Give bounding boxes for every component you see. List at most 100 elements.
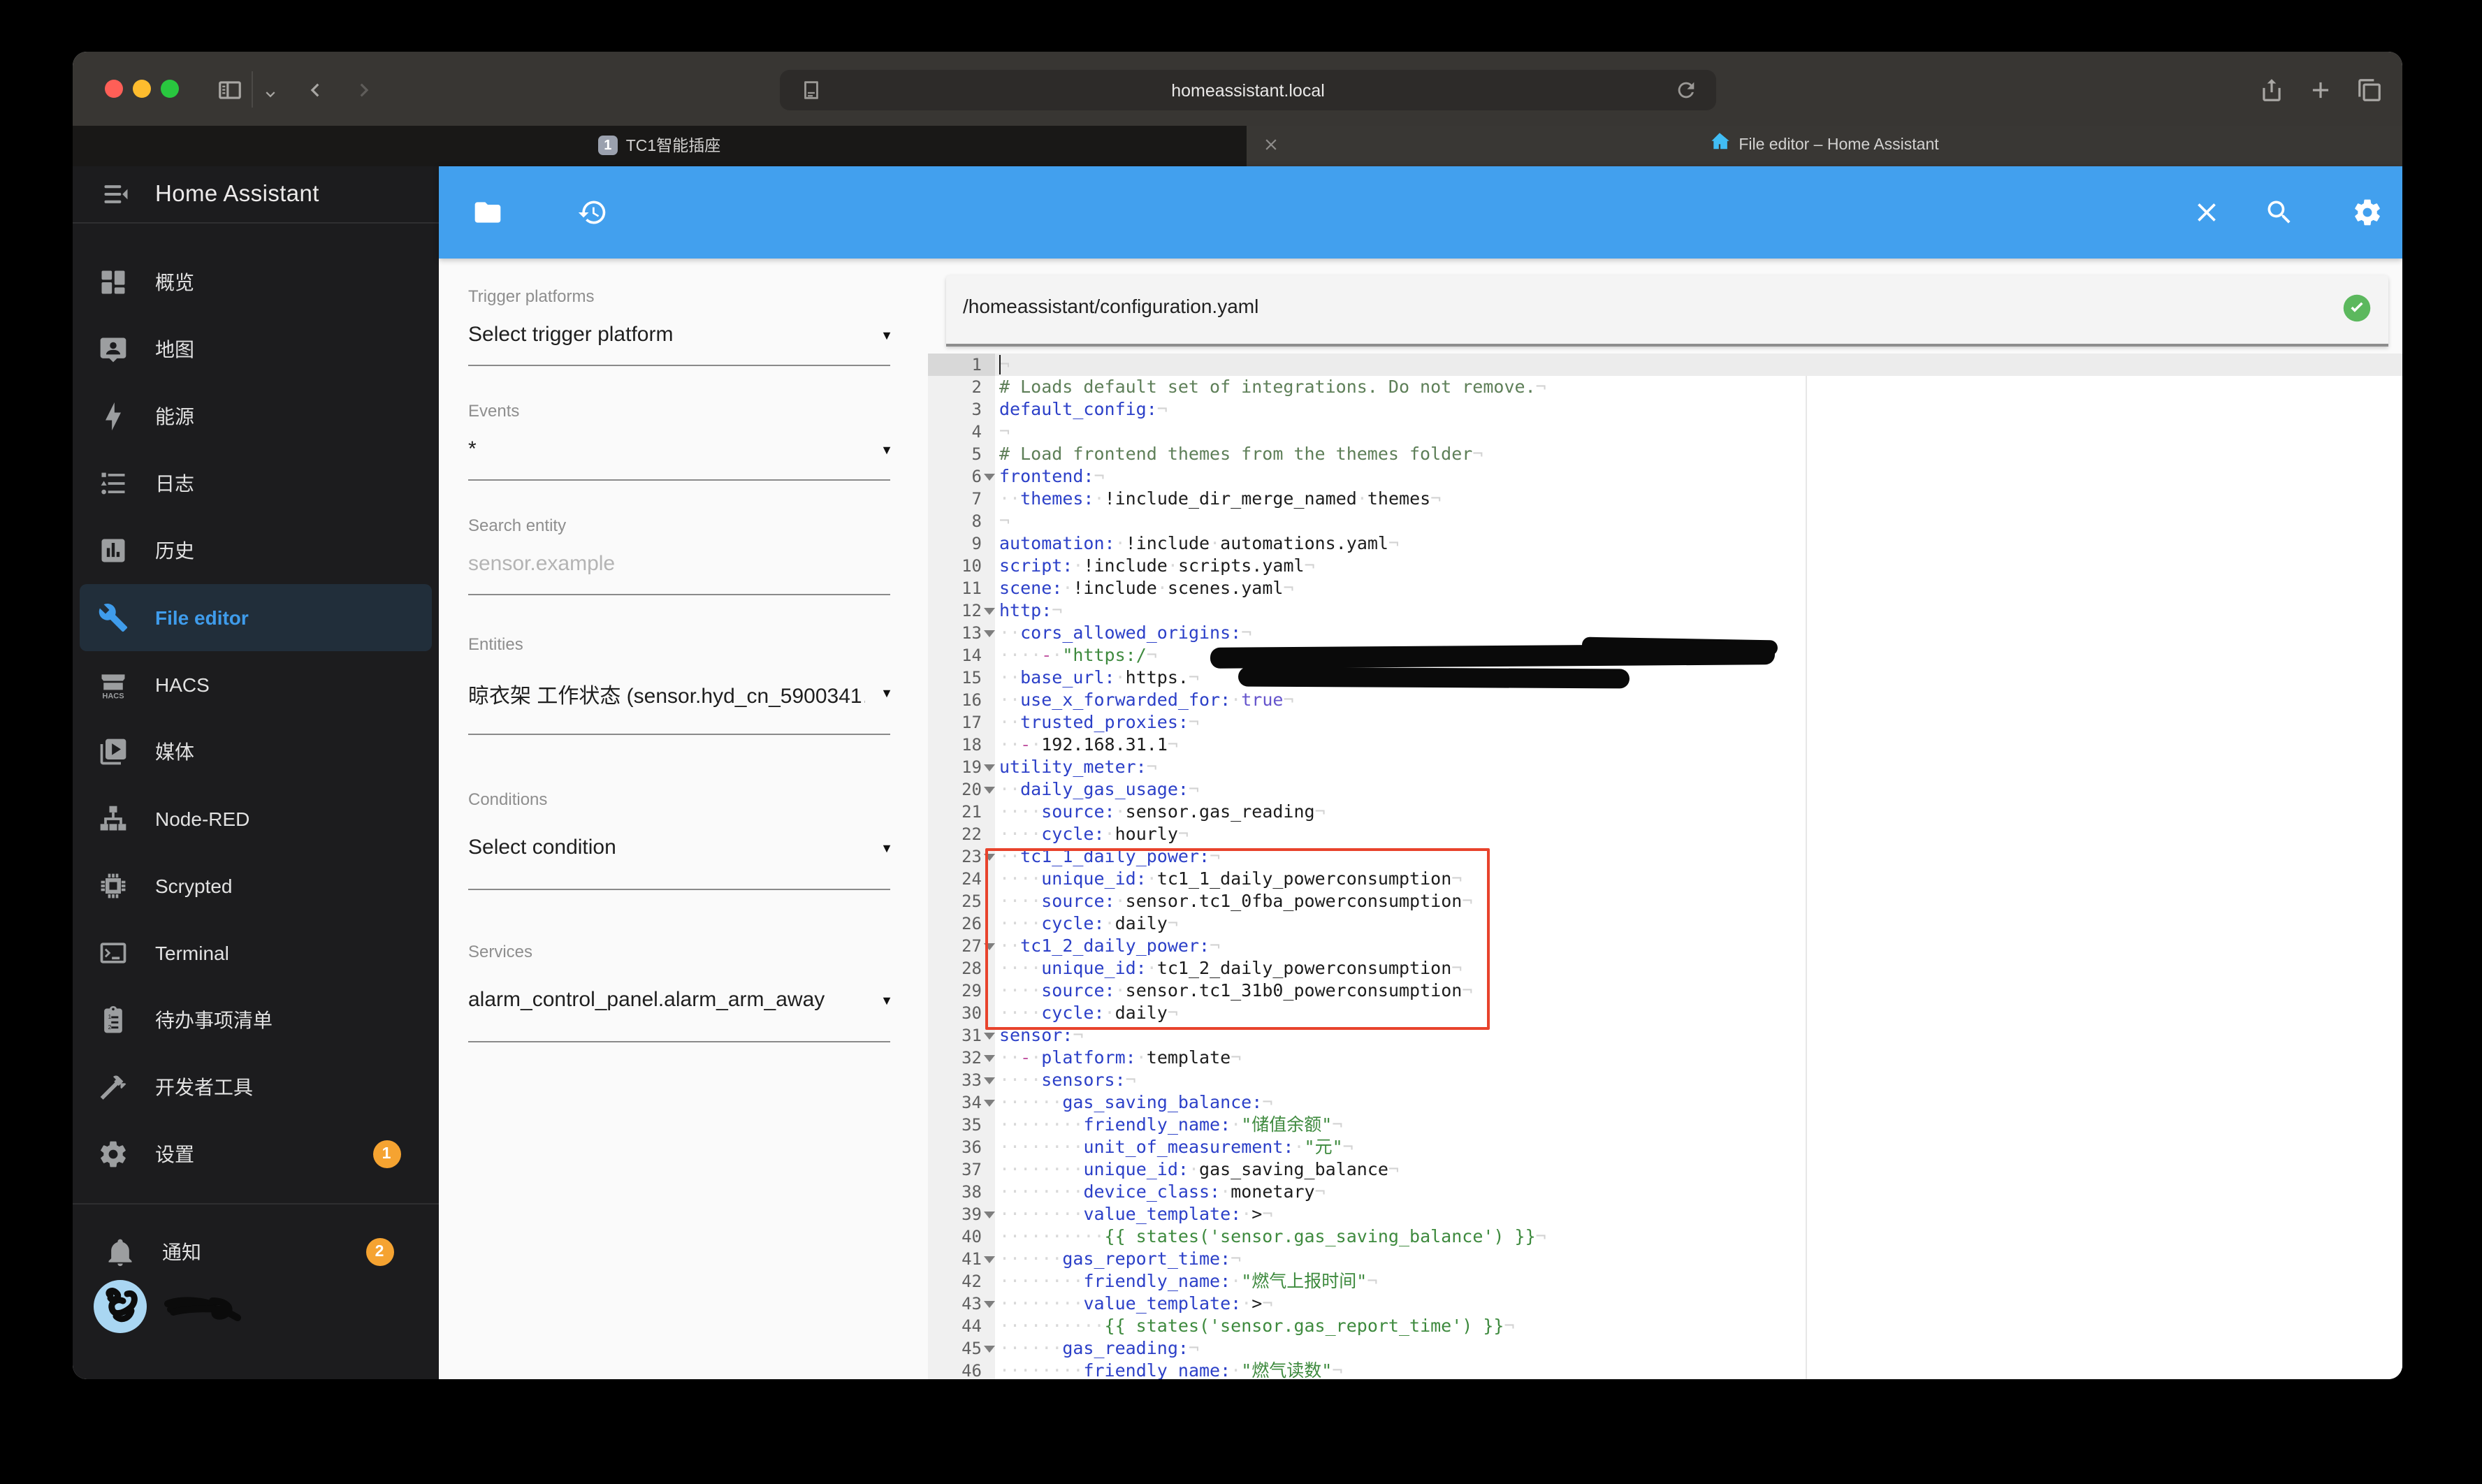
code-line-11[interactable]: scene:·!include·scenes.yaml¬ xyxy=(994,577,2402,599)
code-line-38[interactable]: ········device_class:·monetary¬ xyxy=(994,1181,2402,1203)
gutter-line-number[interactable]: 12 xyxy=(928,599,994,622)
sidebar-item-logbook[interactable]: 日志 xyxy=(80,450,431,517)
fold-arrow-icon[interactable] xyxy=(983,1211,994,1218)
code-line-36[interactable]: ········unit_of_measurement:·"元"¬ xyxy=(994,1136,2402,1158)
gutter-line-number[interactable]: 2 xyxy=(928,376,994,398)
code-line-10[interactable]: script:·!include·scripts.yaml¬ xyxy=(994,555,2402,577)
gutter-line-number[interactable]: 25 xyxy=(928,890,994,912)
gutter-line-number[interactable]: 6 xyxy=(928,465,994,488)
tab-file-editor[interactable]: File editor – Home Assistant xyxy=(1246,126,2402,166)
code-line-27[interactable]: ··tc1_2_daily_power:¬ xyxy=(994,935,2402,957)
code-line-30[interactable]: ····cycle:·daily¬ xyxy=(994,1002,2402,1024)
gutter-line-number[interactable]: 17 xyxy=(928,711,994,734)
select-value[interactable]: * xyxy=(468,437,865,460)
code-line-43[interactable]: ········value_template:·>¬ xyxy=(994,1293,2402,1315)
tab-overview-icon[interactable] xyxy=(2352,73,2386,106)
code-line-17[interactable]: ··trusted_proxies:¬ xyxy=(994,711,2402,734)
dropdown-arrow-icon[interactable]: ▼ xyxy=(880,993,893,1007)
code-line-20[interactable]: ··daily_gas_usage:¬ xyxy=(994,778,2402,801)
avatar[interactable] xyxy=(94,1280,147,1333)
dropdown-arrow-icon[interactable]: ▼ xyxy=(880,685,893,699)
code-line-31[interactable]: sensor:¬ xyxy=(994,1024,2402,1047)
fold-arrow-icon[interactable] xyxy=(983,1345,994,1352)
fold-arrow-icon[interactable] xyxy=(983,1099,994,1106)
sidebar-profile[interactable] xyxy=(87,1273,424,1340)
code-line-35[interactable]: ········friendly_name:·"储值余额"¬ xyxy=(994,1114,2402,1136)
gutter-line-number[interactable]: 7 xyxy=(928,488,994,510)
gutter-line-number[interactable]: 1 xyxy=(928,354,994,376)
dropdown-arrow-icon[interactable]: ▼ xyxy=(880,841,893,854)
reader-view-icon[interactable] xyxy=(799,78,825,103)
sidebar-item-terminal[interactable]: Terminal xyxy=(80,919,431,987)
gutter-line-number[interactable]: 3 xyxy=(928,398,994,421)
gutter-line-number[interactable]: 37 xyxy=(928,1158,994,1181)
gutter-line-number[interactable]: 20 xyxy=(928,778,994,801)
gutter-line-number[interactable]: 35 xyxy=(928,1114,994,1136)
gutter-line-number[interactable]: 45 xyxy=(928,1337,994,1360)
select-value[interactable]: Select trigger platform xyxy=(468,322,865,346)
tab-close-icon[interactable] xyxy=(1261,136,1281,155)
sidebar-item-media[interactable]: 媒体 xyxy=(80,718,431,785)
code-line-25[interactable]: ····source:·sensor.tc1_0fba_powerconsump… xyxy=(994,890,2402,912)
code-line-19[interactable]: utility_meter:¬ xyxy=(994,756,2402,778)
window-zoom-button[interactable] xyxy=(161,80,179,98)
code-line-42[interactable]: ········friendly_name:·"燃气上报时间"¬ xyxy=(994,1270,2402,1293)
select-value[interactable]: 晾衣架 工作状态 (sensor.hyd_cn_5900341… xyxy=(468,680,865,709)
code-line-24[interactable]: ····unique_id:·tc1_1_daily_powerconsumpt… xyxy=(994,868,2402,890)
gutter-line-number[interactable]: 27 xyxy=(928,935,994,957)
code-line-6[interactable]: frontend:¬ xyxy=(994,465,2402,488)
sidebar-item-settings[interactable]: 设置 1 xyxy=(80,1121,431,1188)
sidebar-item-overview[interactable]: 概览 xyxy=(80,249,431,316)
code-line-32[interactable]: ··-·platform:·template¬ xyxy=(994,1047,2402,1069)
gutter-line-number[interactable]: 24 xyxy=(928,868,994,890)
sidebar-item-scrypted[interactable]: Scrypted xyxy=(80,852,431,919)
gutter-line-number[interactable]: 40 xyxy=(928,1225,994,1248)
fold-arrow-icon[interactable] xyxy=(983,473,994,480)
gutter-line-number[interactable]: 23 xyxy=(928,845,994,868)
search-icon[interactable] xyxy=(2263,195,2296,228)
gutter-line-number[interactable]: 10 xyxy=(928,555,994,577)
editor-gutter[interactable]: 1 2 3 4 5 6 7 8 9 10 11 12 13 14 15 16 17 18 19 20 21 22 23 24 2… xyxy=(928,354,994,1379)
gutter-line-number[interactable]: 8 xyxy=(928,510,994,532)
code-line-44[interactable]: ··········{{ states('sensor.gas_report_t… xyxy=(994,1315,2402,1337)
fold-arrow-icon[interactable] xyxy=(983,943,994,950)
code-line-21[interactable]: ····source:·sensor.gas_reading¬ xyxy=(994,801,2402,823)
code-line-40[interactable]: ··········{{ states('sensor.gas_saving_b… xyxy=(994,1225,2402,1248)
sidebar-item-node-red[interactable]: Node-RED xyxy=(80,785,431,852)
fold-arrow-icon[interactable] xyxy=(983,1032,994,1039)
gutter-line-number[interactable]: 14 xyxy=(928,644,994,667)
code-line-18[interactable]: ··-·192.168.31.1¬ xyxy=(994,734,2402,756)
gutter-line-number[interactable]: 34 xyxy=(928,1091,994,1114)
code-line-23[interactable]: ··tc1_1_daily_power:¬ xyxy=(994,845,2402,868)
code-line-37[interactable]: ········unique_id:·gas_saving_balance¬ xyxy=(994,1158,2402,1181)
share-icon[interactable] xyxy=(2254,73,2288,106)
gutter-line-number[interactable]: 28 xyxy=(928,957,994,980)
window-minimize-button[interactable] xyxy=(133,80,151,98)
fold-arrow-icon[interactable] xyxy=(983,1300,994,1307)
back-button-icon[interactable] xyxy=(298,73,331,106)
code-line-9[interactable]: automation:·!include·automations.yaml¬ xyxy=(994,532,2402,555)
new-tab-icon[interactable] xyxy=(2303,73,2337,106)
gutter-line-number[interactable]: 44 xyxy=(928,1315,994,1337)
gutter-line-number[interactable]: 9 xyxy=(928,532,994,555)
gear-icon[interactable] xyxy=(2351,195,2384,228)
close-icon[interactable] xyxy=(2189,195,2223,228)
code-line-26[interactable]: ····cycle:·daily¬ xyxy=(994,912,2402,935)
select-value[interactable]: Select condition xyxy=(468,835,865,859)
gutter-line-number[interactable]: 31 xyxy=(928,1024,994,1047)
sidebar-item-history[interactable]: 历史 xyxy=(80,517,431,584)
fold-arrow-icon[interactable] xyxy=(983,786,994,793)
code-line-33[interactable]: ····sensors:¬ xyxy=(994,1069,2402,1091)
gutter-line-number[interactable]: 22 xyxy=(928,823,994,845)
fold-arrow-icon[interactable] xyxy=(983,764,994,771)
gutter-line-number[interactable]: 43 xyxy=(928,1293,994,1315)
file-path-field[interactable]: /homeassistant/configuration.yaml xyxy=(945,275,2388,346)
gutter-line-number[interactable]: 18 xyxy=(928,734,994,756)
window-close-button[interactable] xyxy=(105,80,123,98)
fold-arrow-icon[interactable] xyxy=(983,607,994,614)
gutter-line-number[interactable]: 4 xyxy=(928,421,994,443)
code-line-15[interactable]: ··base_url:·https.¬ xyxy=(994,667,2402,689)
dropdown-arrow-icon[interactable]: ▼ xyxy=(880,328,893,342)
code-line-2[interactable]: # Loads default set of integrations. Do … xyxy=(994,376,2402,398)
gutter-line-number[interactable]: 39 xyxy=(928,1203,994,1225)
